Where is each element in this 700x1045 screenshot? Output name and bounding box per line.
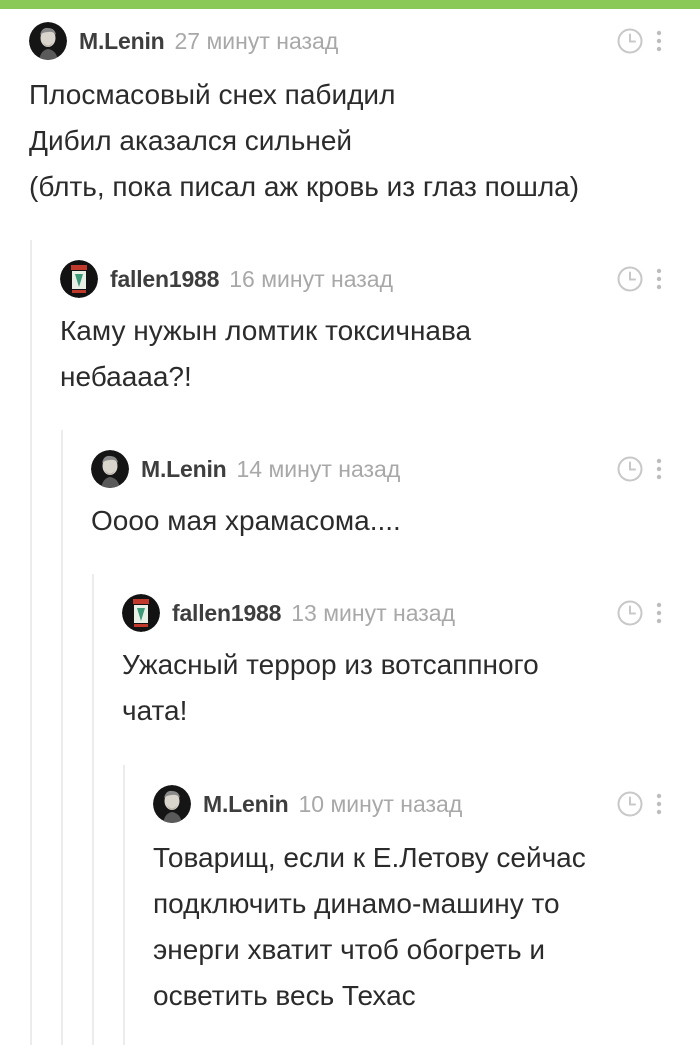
- comment-text-line: Плосмасовый снех пабидил: [29, 79, 396, 110]
- more-vertical-icon[interactable]: [654, 30, 664, 52]
- comment-text: Товарищ, если к Е.Летову сейчас подключи…: [153, 835, 700, 1019]
- clock-icon[interactable]: [617, 266, 643, 292]
- comment-header: M.Lenin 27 минут назад: [29, 21, 700, 61]
- comment-text-line: энерги хватит чтоб обогреть и: [153, 934, 546, 965]
- username[interactable]: M.Lenin: [141, 456, 227, 483]
- comment-text: Оооо мая храмасома....: [91, 498, 700, 544]
- clock-icon[interactable]: [617, 456, 643, 482]
- username[interactable]: M.Lenin: [79, 28, 165, 55]
- comment-header: fallen1988 13 минут назад: [122, 593, 700, 633]
- more-vertical-icon[interactable]: [654, 602, 664, 624]
- comment-text-line: небаааа?!: [60, 361, 192, 392]
- timestamp[interactable]: 14 минут назад: [236, 456, 400, 483]
- comment-text-line: подключить динамо-машину то: [153, 888, 560, 919]
- clock-icon[interactable]: [617, 600, 643, 626]
- timestamp[interactable]: 16 минут назад: [229, 266, 393, 293]
- comment-text-line: Дибил аказался сильней: [29, 125, 353, 156]
- username[interactable]: M.Lenin: [203, 791, 289, 818]
- comment-text-line: Каму нужын ломтик токсичнава: [60, 315, 472, 346]
- comment-text: Каму нужын ломтик токсичнава небаааа?!: [60, 308, 700, 400]
- comment-reply: M.Lenin 14 минут назад Оооо мая храмасом…: [91, 449, 700, 544]
- comment-text-line: осветить весь Техас: [153, 980, 416, 1011]
- more-vertical-icon[interactable]: [654, 793, 664, 815]
- thread-line-level-1[interactable]: [30, 240, 32, 1045]
- avatar[interactable]: [60, 260, 98, 298]
- comment-text-line: чата!: [122, 695, 188, 726]
- comment-reply: M.Lenin 10 минут назад Товарищ, если к Е…: [153, 784, 700, 1019]
- comment-text-line: Оооо мая храмасома....: [91, 505, 401, 536]
- comment-header: fallen1988 16 минут назад: [60, 259, 700, 299]
- comment-header: M.Lenin 14 минут назад: [91, 449, 700, 489]
- timestamp[interactable]: 13 минут назад: [291, 600, 455, 627]
- comment-reply: fallen1988 16 минут назад Каму нужын лом…: [60, 259, 700, 400]
- username[interactable]: fallen1988: [172, 600, 281, 627]
- more-vertical-icon[interactable]: [654, 458, 664, 480]
- thread-line-level-2[interactable]: [61, 430, 63, 1045]
- accent-top-bar: [0, 0, 700, 9]
- avatar[interactable]: [122, 594, 160, 632]
- timestamp[interactable]: 10 минут назад: [298, 791, 462, 818]
- clock-icon[interactable]: [617, 791, 643, 817]
- avatar[interactable]: [29, 22, 67, 60]
- comment-text: Ужасный террор из вотсаппного чата!: [122, 642, 700, 734]
- comment-text: Плосмасовый снех пабидил Дибил аказался …: [29, 72, 700, 210]
- comment-reply: fallen1988 13 минут назад Ужасный террор…: [122, 593, 700, 734]
- comment-header: M.Lenin 10 минут назад: [153, 784, 700, 824]
- clock-icon[interactable]: [617, 28, 643, 54]
- timestamp[interactable]: 27 минут назад: [174, 28, 338, 55]
- thread-line-level-4[interactable]: [123, 765, 125, 1045]
- thread-line-level-3[interactable]: [92, 574, 94, 1045]
- avatar[interactable]: [91, 450, 129, 488]
- username[interactable]: fallen1988: [110, 266, 219, 293]
- comment-text-line: Товарищ, если к Е.Летову сейчас: [153, 842, 586, 873]
- avatar[interactable]: [153, 785, 191, 823]
- more-vertical-icon[interactable]: [654, 268, 664, 290]
- comment: M.Lenin 27 минут назад Плосмасовый снех …: [29, 21, 700, 210]
- comment-text-line: (блть, пока писал аж кровь из глаз пошла…: [29, 171, 580, 202]
- comment-text-line: Ужасный террор из вотсаппного: [122, 649, 539, 680]
